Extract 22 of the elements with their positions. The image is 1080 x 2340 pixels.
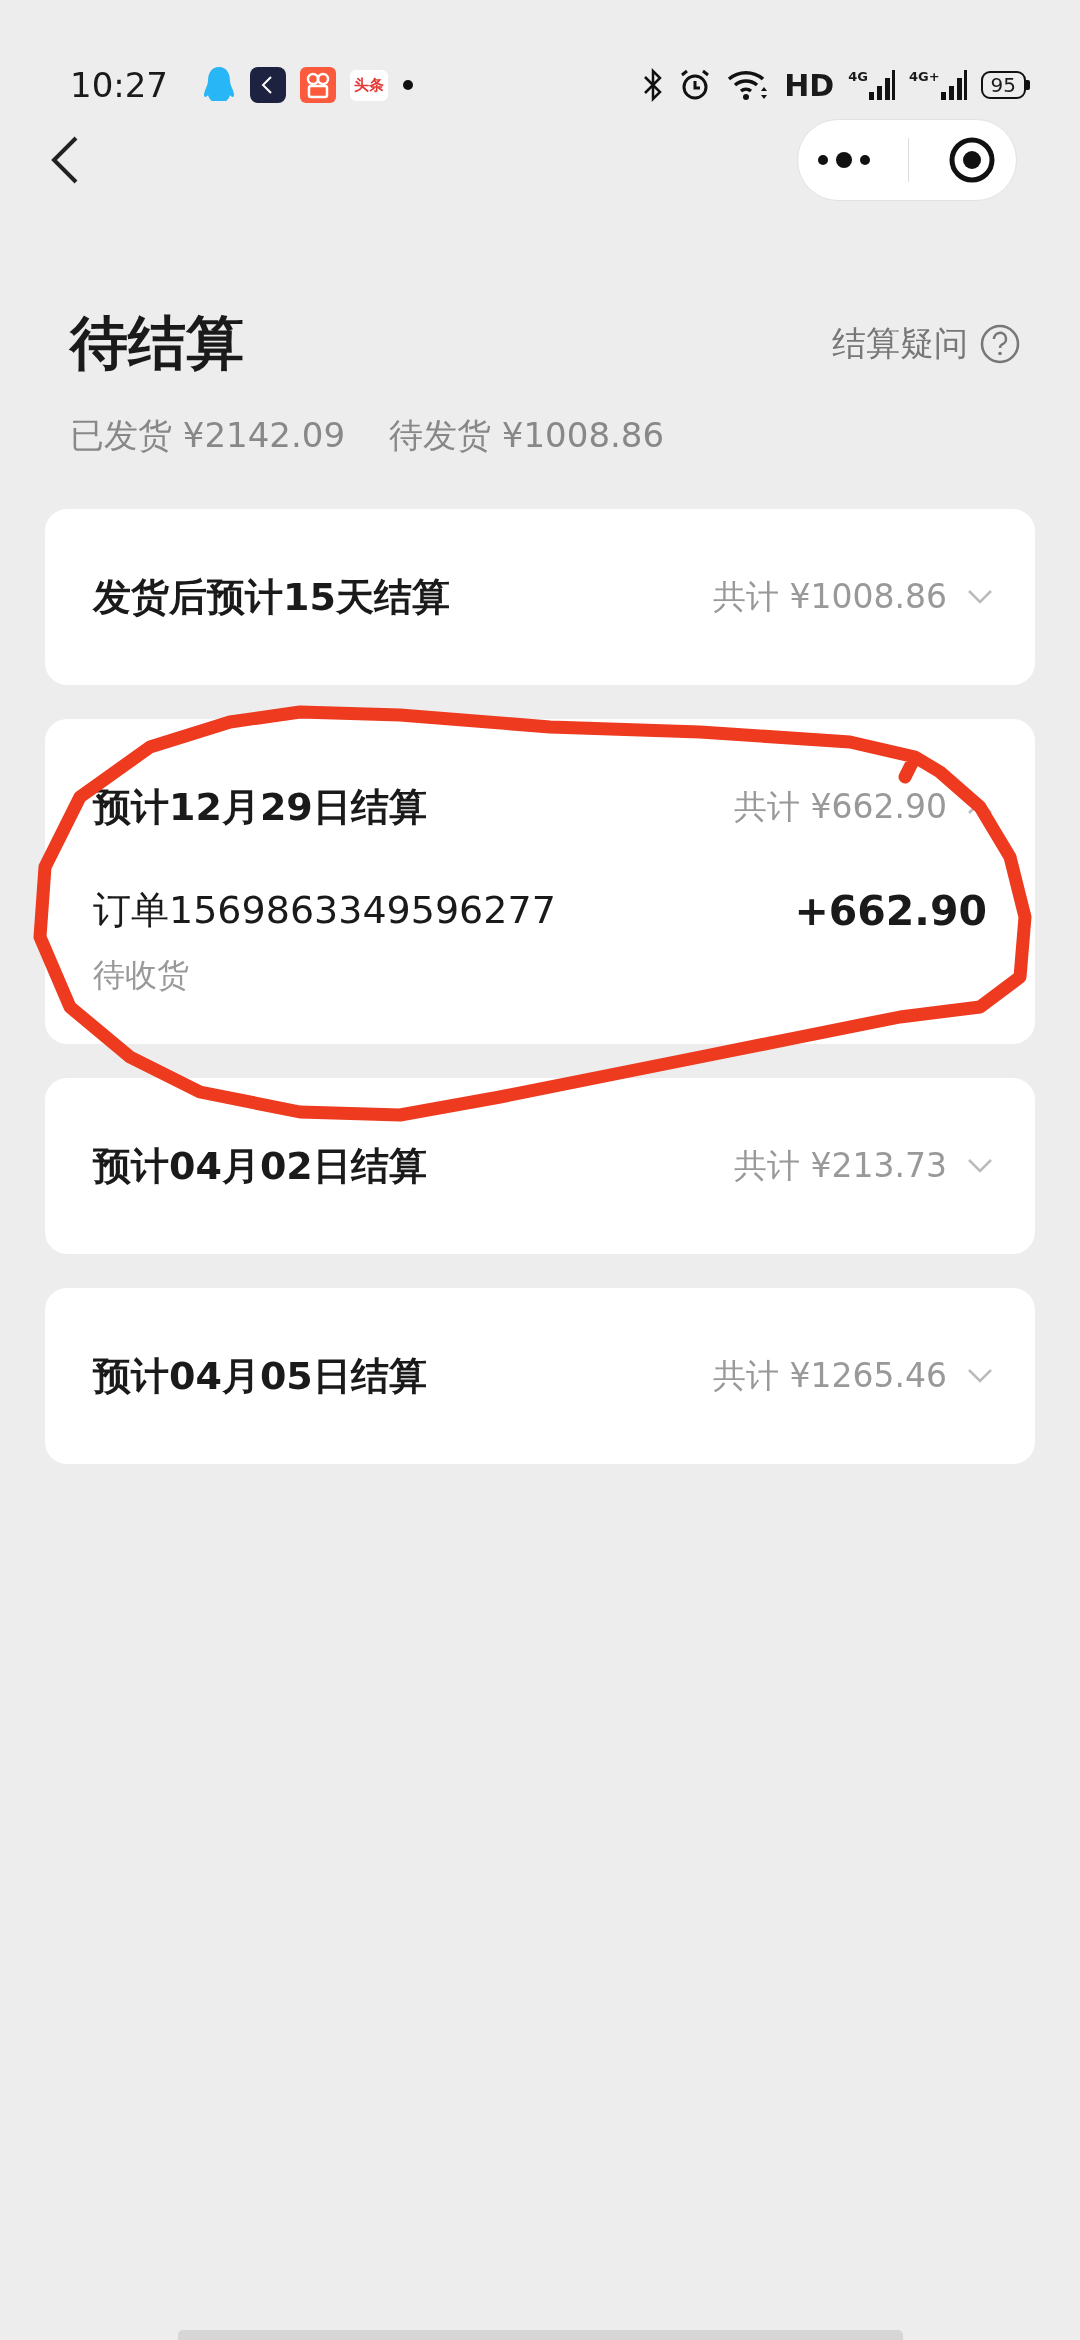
- shipped-amount: 已发货 ¥2142.09: [70, 414, 346, 457]
- settlement-header[interactable]: 预计04月02日结算 共计 ¥213.73: [45, 1078, 1035, 1254]
- video-app-icon: [300, 67, 336, 103]
- news-app-icon: 头条: [350, 69, 388, 101]
- settlement-header[interactable]: 发货后预计15天结算 共计 ¥1008.86: [45, 509, 1035, 685]
- order-amount: +662.90: [794, 886, 987, 935]
- page-title: 待结算: [70, 308, 244, 379]
- help-link[interactable]: 结算疑问: [832, 321, 968, 367]
- back-app-icon: [250, 67, 286, 103]
- signal-indicator: 4G: [848, 70, 895, 100]
- order-number: 订单1569863349596277: [93, 887, 556, 934]
- more-icon[interactable]: [816, 150, 871, 170]
- battery-indicator: 95: [980, 71, 1030, 99]
- network-label: HD: [784, 67, 835, 103]
- order-status: 待收货: [93, 955, 190, 996]
- signal-indicator: 4G+: [908, 70, 967, 100]
- dot-icon: [402, 79, 414, 91]
- settlement-header[interactable]: 预计04月05日结算 共计 ¥1265.46: [45, 1288, 1035, 1464]
- question-icon[interactable]: [980, 324, 1020, 364]
- back-icon[interactable]: [50, 135, 80, 185]
- status-time: 10:27: [70, 65, 168, 105]
- pending-amount: 待发货 ¥1008.86: [389, 414, 665, 457]
